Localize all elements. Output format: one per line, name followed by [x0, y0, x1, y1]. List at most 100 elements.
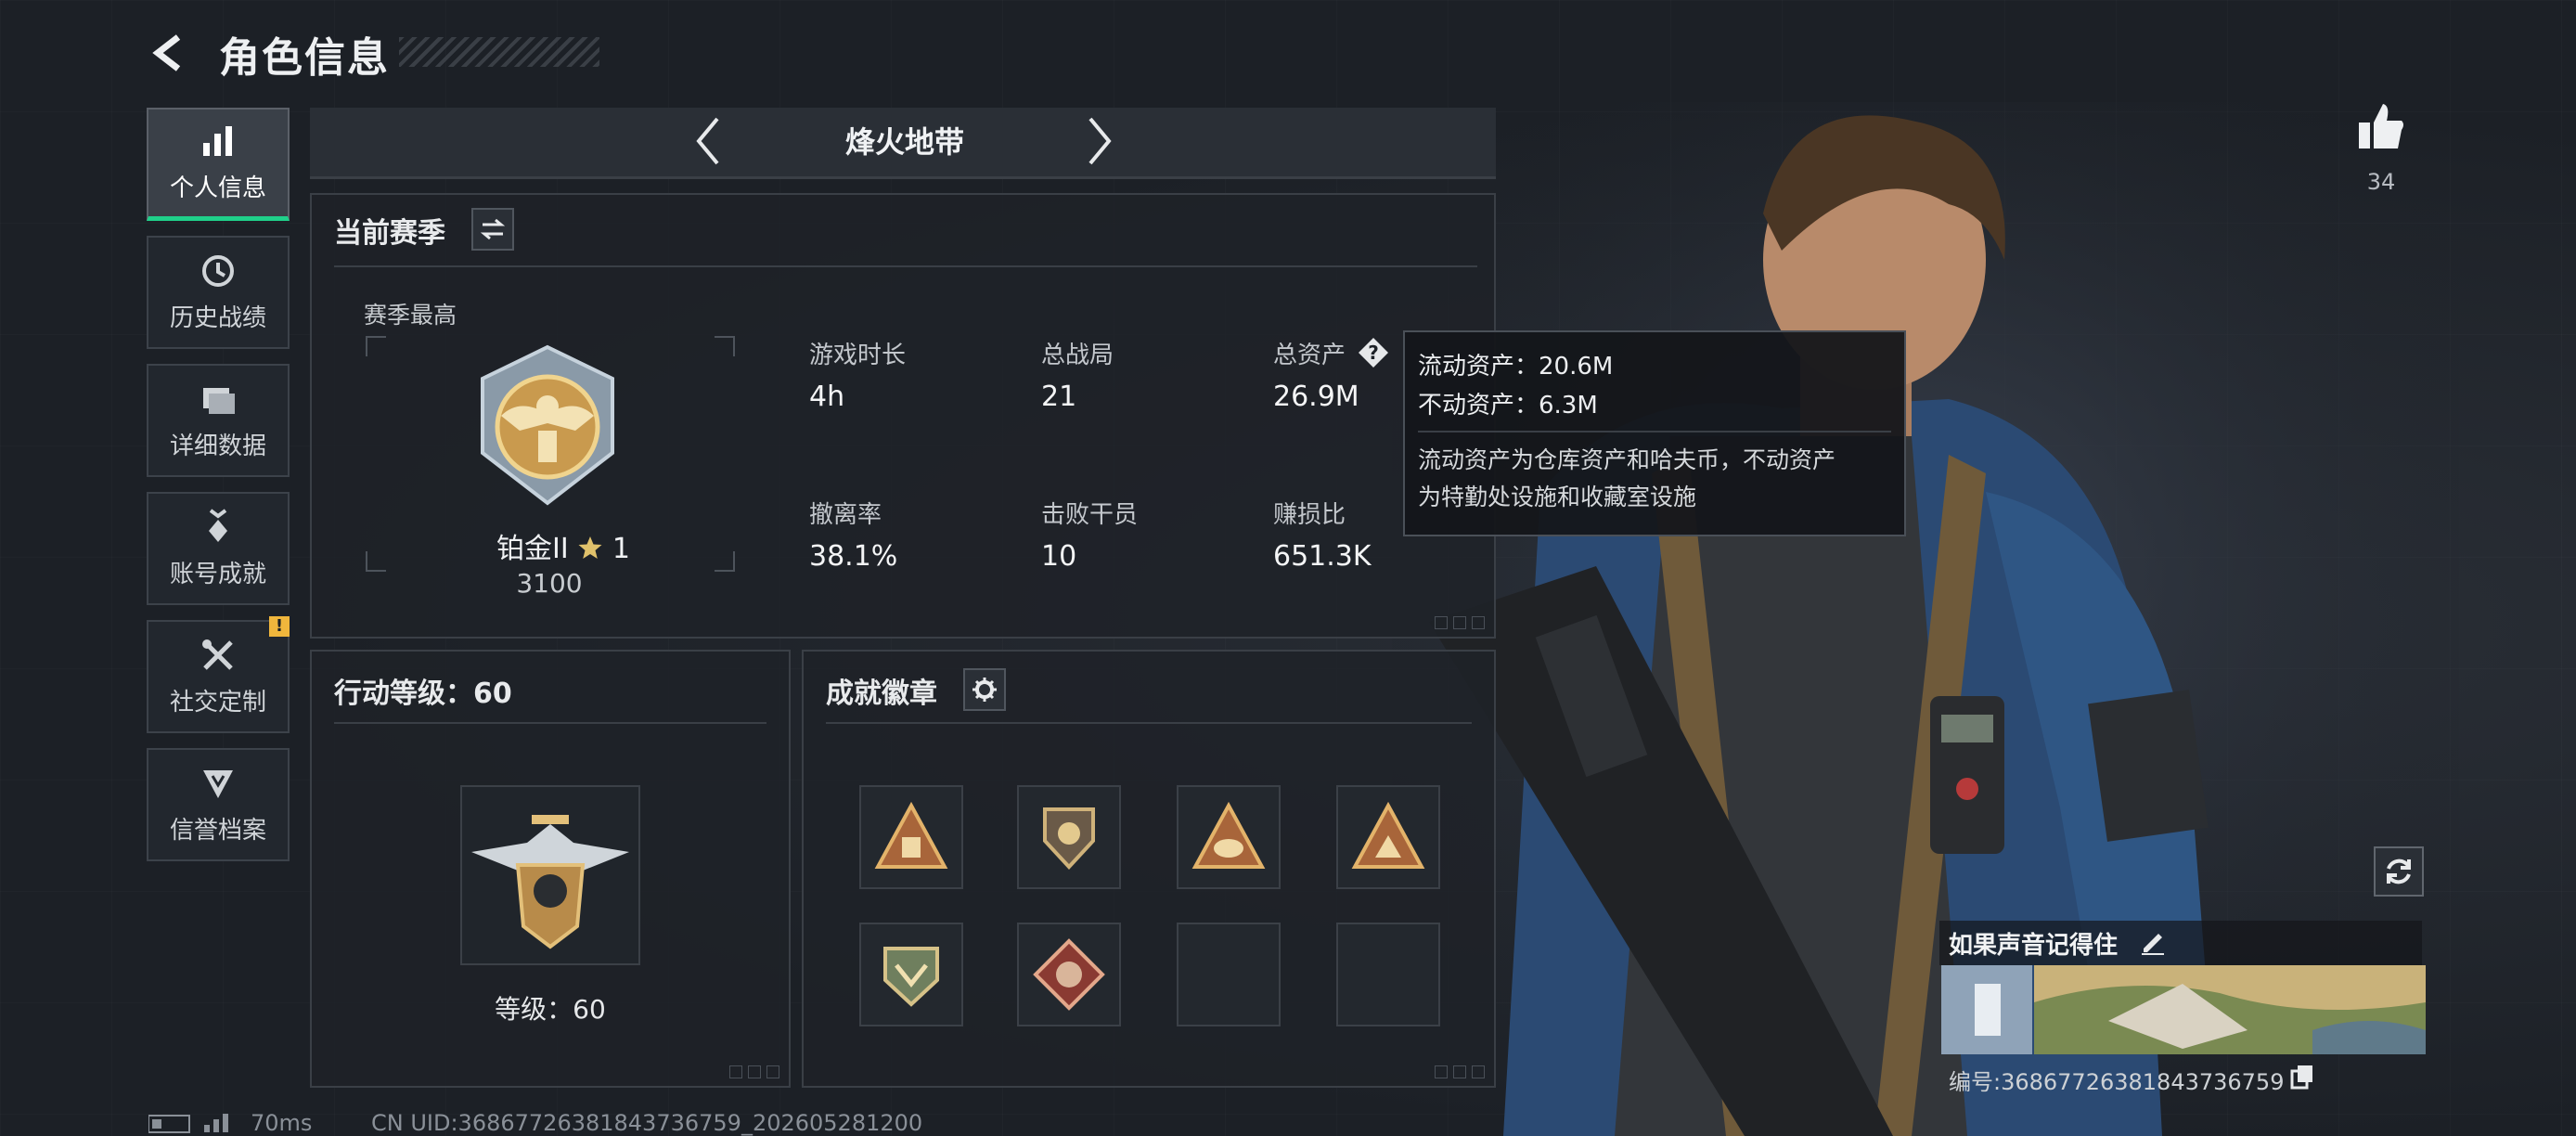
tooltip-liquid-assets: 流动资产：20.6M	[1418, 353, 1614, 381]
medal-icon	[200, 508, 237, 546]
copy-icon	[2290, 1065, 2312, 1090]
panel-corner-marks	[1435, 616, 1485, 629]
asset-tooltip: 流动资产：20.6M 不动资产：6.3M 流动资产为仓库资产和哈夫币，不动资产 …	[1403, 330, 1906, 536]
chevron-right-icon	[1088, 117, 1112, 165]
badge-slot[interactable]	[1017, 785, 1121, 889]
sidebar-item-label: 历史战绩	[169, 303, 266, 332]
badge-slot[interactable]	[1017, 923, 1121, 1026]
sidebar-item-achievements[interactable]: 账号成就	[147, 492, 290, 605]
gear-icon	[972, 678, 997, 702]
badge-slot[interactable]	[1177, 785, 1281, 889]
card-banner-image	[1941, 965, 2426, 1054]
like-count: 34	[2366, 169, 2396, 195]
sidebar-item-label: 信誉档案	[169, 816, 266, 845]
sidebar-item-label: 社交定制	[169, 688, 266, 716]
badges-title: 成就徽章	[826, 678, 937, 710]
stat-label-playtime: 游戏时长	[809, 342, 907, 369]
stat-value-profit-ratio: 651.3K	[1273, 540, 1372, 573]
level-emblem-frame	[460, 785, 640, 965]
stat-label-matches: 总战局	[1041, 342, 1114, 369]
frame-corner	[366, 336, 386, 356]
tooltip-description-1: 流动资产为仓库资产和哈夫币，不动资产	[1418, 446, 1836, 473]
sidebar-item-profile[interactable]: 个人信息	[147, 108, 290, 221]
frame-corner	[366, 551, 386, 572]
tooltip-divider	[1418, 431, 1891, 432]
badge-diamond-icon	[1033, 938, 1105, 1011]
level-divider	[334, 722, 766, 724]
stat-label-profit-ratio: 赚损比	[1273, 501, 1346, 529]
battery-signal-icon	[148, 1114, 228, 1133]
stat-value-extract-rate: 38.1%	[809, 540, 898, 573]
sidebar-item-label: 详细数据	[169, 432, 266, 460]
tooltip-fixed-assets: 不动资产：6.3M	[1418, 392, 1598, 420]
title-decoration	[399, 37, 599, 67]
tools-icon	[200, 637, 237, 674]
badge-slot[interactable]	[859, 785, 963, 889]
badge-slot[interactable]	[1336, 785, 1440, 889]
sidebar-item-details[interactable]: 详细数据	[147, 364, 290, 477]
panel-corner-marks	[1435, 1065, 1485, 1078]
sidebar-item-label: 账号成就	[169, 560, 266, 588]
sidebar-item-reputation[interactable]: 信誉档案	[147, 748, 290, 861]
rank-points: 3100	[516, 568, 583, 599]
season-best-label: 赛季最高	[364, 302, 457, 329]
level-label: 等级：60	[495, 994, 606, 1025]
chevron-left-icon	[696, 117, 719, 165]
stat-value-kills: 10	[1041, 540, 1077, 573]
badge-triangle-icon	[1351, 801, 1425, 869]
mode-next-button[interactable]	[1082, 113, 1119, 169]
rank-stars: 1	[612, 533, 630, 565]
rank-line: 铂金II 1	[475, 525, 651, 566]
sidebar-item-social[interactable]: 社交定制	[147, 620, 290, 733]
thumbs-up-icon	[2359, 104, 2403, 148]
badge-triangle-icon	[874, 801, 948, 869]
ping-value: 70ms	[251, 1110, 313, 1136]
swap-icon	[480, 218, 506, 240]
frame-corner	[715, 336, 735, 356]
sidebar-item-history[interactable]: 历史战绩	[147, 236, 290, 349]
level-title: 行动等级：60	[334, 678, 512, 710]
copy-id-button[interactable]	[2290, 1064, 2314, 1090]
back-arrow-icon	[152, 34, 181, 71]
stat-label-assets: 总资产	[1273, 342, 1346, 369]
badge-slot-empty[interactable]	[1336, 923, 1440, 1026]
stat-label-extract-rate: 撤离率	[809, 501, 882, 529]
stat-label-kills: 击败干员	[1041, 501, 1139, 529]
badge-triangle-icon	[1191, 801, 1266, 869]
level-emblem-icon	[471, 815, 629, 949]
badge-shield-icon	[883, 947, 939, 1007]
tooltip-description-2: 为特勤处设施和收藏室设施	[1418, 484, 1697, 510]
card-id: 编号:36867726381843736759	[1949, 1069, 2285, 1095]
folder-icon	[200, 381, 237, 418]
shield-icon	[200, 765, 237, 802]
stat-value-matches: 21	[1041, 381, 1077, 413]
mode-prev-button[interactable]	[689, 113, 726, 169]
badge-slot-empty[interactable]	[1177, 923, 1281, 1026]
badge-slot[interactable]	[859, 923, 963, 1026]
asset-help-button[interactable]: ?	[1357, 336, 1390, 369]
badges-divider	[826, 722, 1472, 724]
clock-icon	[200, 252, 237, 290]
badges-settings-button[interactable]	[963, 668, 1006, 711]
season-switch-button[interactable]	[471, 208, 514, 251]
star-icon	[578, 536, 602, 559]
season-title: 当前赛季	[334, 217, 445, 250]
stat-value-playtime: 4h	[809, 381, 845, 413]
page-title: 角色信息	[219, 34, 390, 82]
stat-value-assets: 26.9M	[1273, 381, 1359, 413]
badge-shield-icon	[1043, 807, 1095, 870]
rank-emblem-icon	[481, 344, 614, 506]
warning-badge: !	[269, 616, 290, 637]
uid-text: CN UID:36867726381843736759_202605281200	[371, 1110, 923, 1136]
help-icon: ?	[1359, 338, 1388, 368]
mode-label: 烽火地带	[844, 124, 964, 160]
like-button[interactable]	[2355, 100, 2407, 152]
edit-name-button[interactable]	[2138, 926, 2168, 956]
card-name: 如果声音记得住	[1949, 932, 2119, 960]
sidebar-item-label: 个人信息	[169, 174, 266, 202]
frame-corner	[715, 551, 735, 572]
back-button[interactable]	[148, 32, 191, 74]
pencil-icon	[2142, 934, 2164, 955]
panel-corner-marks	[729, 1065, 779, 1078]
refresh-button[interactable]	[2374, 846, 2424, 897]
